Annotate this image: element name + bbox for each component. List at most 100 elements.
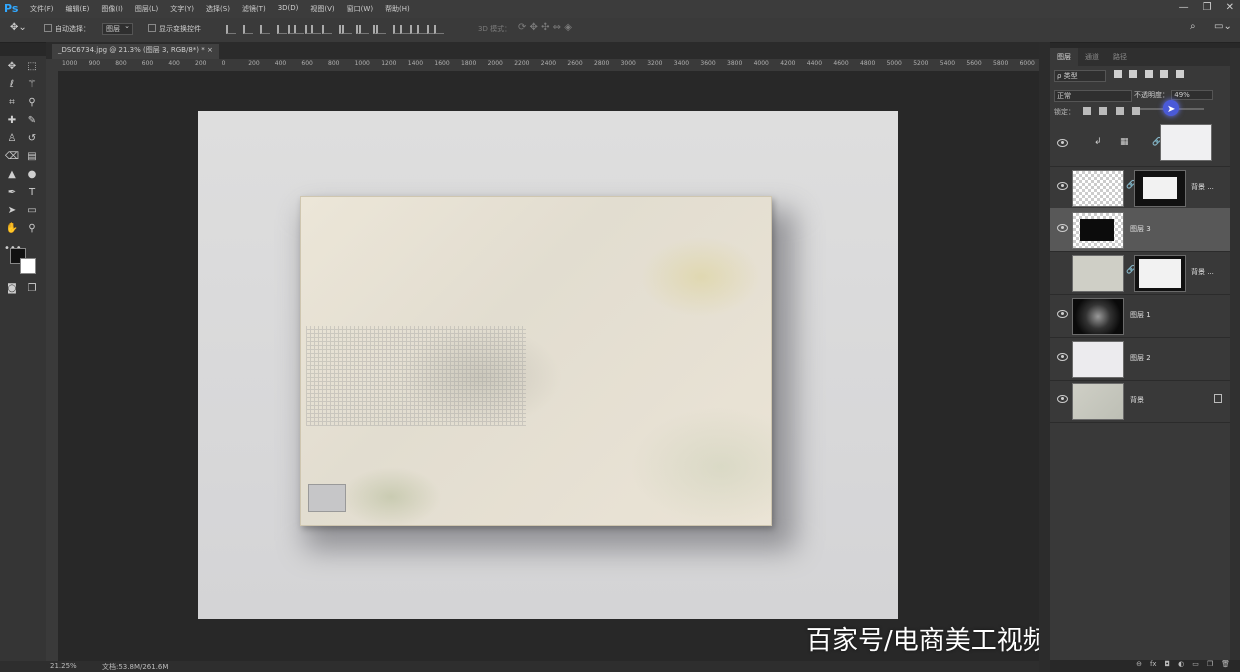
visibility-eye-icon[interactable]: [1057, 139, 1068, 147]
layer-name[interactable]: 背景 ...: [1191, 267, 1214, 277]
layer-mask-thumbnail[interactable]: [1160, 124, 1212, 161]
dodge-tool-icon[interactable]: ●: [24, 168, 40, 182]
document-tab[interactable]: _DSC6734.jpg @ 21.3% (图层 3, RGB/8*) * ×: [52, 44, 219, 59]
visibility-eye-icon[interactable]: [1057, 224, 1068, 232]
menu-select[interactable]: 选择(S): [206, 4, 230, 14]
layer-row[interactable]: ↲ ▦ 🔗: [1050, 123, 1230, 167]
eyedropper-icon[interactable]: ⚲: [24, 96, 40, 110]
close-tab-icon[interactable]: ×: [207, 46, 213, 54]
lasso-tool-icon[interactable]: ℓ: [4, 78, 20, 92]
lock-position-icon[interactable]: [1115, 107, 1124, 115]
menu-image[interactable]: 图像(I): [101, 4, 123, 14]
filter-shape-icon[interactable]: [1160, 70, 1169, 78]
pen-tool-icon[interactable]: ✒: [4, 186, 20, 200]
layer-row[interactable]: 🔗 背景 ...: [1050, 166, 1230, 210]
crop-tool-icon[interactable]: ⌗: [4, 96, 20, 110]
layer-name[interactable]: 图层 3: [1130, 224, 1151, 234]
restore-icon[interactable]: ❐: [1203, 2, 1212, 13]
type-tool-icon[interactable]: T: [24, 186, 40, 200]
workspace-icon[interactable]: ▭⌄: [1214, 21, 1232, 32]
ruler-tick: 1400: [407, 60, 424, 67]
visibility-eye-icon[interactable]: [1057, 395, 1068, 403]
auto-align-buttons[interactable]: [400, 25, 444, 34]
menu-type[interactable]: 文字(Y): [170, 4, 194, 14]
document-tab-title: _DSC6734.jpg @ 21.3% (图层 3, RGB/8*) *: [58, 46, 205, 54]
blend-mode-dropdown[interactable]: 正常: [1054, 90, 1132, 102]
layer-row[interactable]: 图层 2: [1050, 337, 1230, 381]
layer-name[interactable]: 图层 2: [1130, 353, 1151, 363]
magic-wand-icon[interactable]: ⚚: [24, 78, 40, 92]
close-icon[interactable]: ✕: [1226, 2, 1234, 13]
zoom-level[interactable]: 21.25%: [50, 662, 77, 670]
tab-layers[interactable]: 图层: [1050, 48, 1078, 66]
menu-help[interactable]: 帮助(H): [385, 4, 410, 14]
screen-mode-icon[interactable]: ❐: [24, 282, 40, 296]
menu-filter[interactable]: 滤镜(T): [242, 4, 266, 14]
ruler-tick: 1600: [434, 60, 450, 67]
lock-transparent-icon[interactable]: [1083, 107, 1092, 115]
ruler-tick: 400: [274, 60, 287, 67]
opacity-input[interactable]: 49%: [1171, 90, 1214, 100]
lock-pixels-icon[interactable]: [1099, 107, 1108, 115]
visibility-eye-icon[interactable]: [1057, 353, 1068, 361]
filter-type-icon[interactable]: [1144, 70, 1153, 78]
eraser-icon[interactable]: ⌫: [4, 150, 20, 164]
layer-row[interactable]: 图层 1: [1050, 294, 1230, 338]
menu-window[interactable]: 窗口(W): [347, 4, 373, 14]
layer-name[interactable]: 背景: [1130, 395, 1144, 405]
adjustment-layer-icon[interactable]: ◐: [1178, 660, 1184, 672]
layer-row[interactable]: 图层 3: [1050, 208, 1230, 252]
layer-name[interactable]: 图层 1: [1130, 310, 1151, 320]
background-color-swatch[interactable]: [20, 258, 36, 274]
auto-select-dropdown[interactable]: 图层: [102, 22, 133, 35]
show-transform-checkbox[interactable]: 显示变换控件: [148, 24, 201, 34]
history-brush-icon[interactable]: ↺: [24, 132, 40, 146]
layer-mask-thumbnail[interactable]: [1134, 170, 1186, 207]
link-layers-icon[interactable]: ⊖: [1136, 660, 1142, 672]
layer-mask-thumbnail[interactable]: [1134, 255, 1186, 292]
zoom-tool-icon[interactable]: ⚲: [24, 222, 40, 236]
menu-edit[interactable]: 编辑(E): [66, 4, 90, 14]
menu-3d[interactable]: 3D(D): [278, 4, 299, 14]
filter-smart-icon[interactable]: [1175, 70, 1184, 78]
path-select-icon[interactable]: ➤: [4, 204, 20, 218]
healing-brush-icon[interactable]: ✚: [4, 114, 20, 128]
shape-tool-icon[interactable]: ▭: [24, 204, 40, 218]
layer-name[interactable]: 背景 ...: [1191, 182, 1214, 192]
gradient-icon[interactable]: ▤: [24, 150, 40, 164]
visibility-eye-icon[interactable]: [1057, 182, 1068, 190]
tab-paths[interactable]: 路径: [1106, 48, 1134, 66]
new-layer-icon[interactable]: ❐: [1207, 660, 1213, 672]
menu-file[interactable]: 文件(F): [30, 4, 54, 14]
menu-layer[interactable]: 图层(L): [135, 4, 158, 14]
layer-row[interactable]: 🔗 背景 ...: [1050, 251, 1230, 295]
delete-layer-icon[interactable]: 🗑: [1221, 660, 1230, 672]
minimize-icon[interactable]: —: [1179, 2, 1189, 13]
brush-tool-icon[interactable]: ✎: [24, 114, 40, 128]
tab-channels[interactable]: 通道: [1078, 48, 1106, 66]
layers-scrollbar[interactable]: [1230, 48, 1240, 660]
marquee-tool-icon[interactable]: ⬚: [24, 60, 40, 74]
ruler-tick: 800: [328, 60, 340, 67]
group-icon[interactable]: ▭: [1192, 660, 1199, 672]
move-tool-icon[interactable]: ✥⌄: [10, 22, 27, 33]
search-icon[interactable]: ⌕: [1190, 21, 1196, 32]
stamp-tool-icon[interactable]: ♙: [4, 132, 20, 146]
menu-view[interactable]: 视图(V): [310, 4, 334, 14]
fx-icon[interactable]: fx: [1150, 660, 1157, 672]
hand-tool-icon[interactable]: ✋: [4, 222, 20, 236]
blur-tool-icon[interactable]: ▲: [4, 168, 20, 182]
lock-artboard-icon[interactable]: [1131, 107, 1140, 115]
3d-mode-icons[interactable]: ⟳ ✥ ✣ ⇔ ◈: [518, 22, 572, 33]
visibility-eye-icon[interactable]: [1057, 310, 1068, 318]
layer-filter-dropdown[interactable]: ρ 类型: [1054, 70, 1106, 82]
layer-row[interactable]: 背景: [1050, 379, 1230, 423]
add-mask-icon[interactable]: ◘: [1165, 660, 1171, 672]
curves-adjustment-icon: ▦: [1120, 137, 1129, 147]
quick-mask-icon[interactable]: ◙: [4, 282, 20, 296]
ruler-tick: 2000: [487, 60, 503, 67]
auto-select-checkbox[interactable]: 自动选择：: [44, 24, 90, 34]
filter-adjust-icon[interactable]: [1129, 70, 1138, 78]
move-tool-icon[interactable]: ✥: [4, 60, 20, 74]
filter-pixel-icon[interactable]: [1113, 70, 1122, 78]
